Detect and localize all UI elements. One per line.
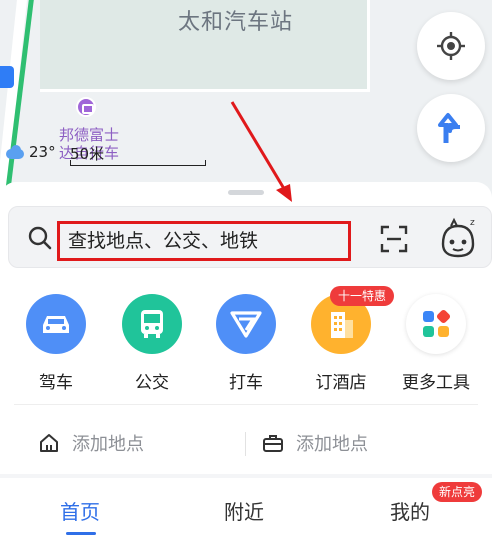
quick-action-label: 订酒店: [315, 373, 367, 393]
new-badge: 新点亮: [432, 482, 483, 502]
briefcase-icon: [263, 435, 283, 452]
road: [0, 0, 28, 200]
add-home-place[interactable]: 添加地点: [38, 418, 144, 468]
search-input[interactable]: [57, 221, 351, 261]
car-icon: [26, 294, 86, 354]
tab-home[interactable]: 首页: [60, 496, 100, 525]
bus-icon: [122, 294, 182, 354]
quick-action-drive[interactable]: 驾车: [10, 288, 102, 393]
route-button[interactable]: [417, 94, 485, 162]
quick-actions: 驾车 公交 打车 订酒店 更多工具: [0, 288, 492, 398]
saved-places: 添加地点 添加地点: [0, 418, 492, 468]
route-arrow-icon: [438, 113, 460, 143]
station-label: 太和汽车站: [178, 10, 294, 35]
voice-assistant-icon[interactable]: z: [437, 216, 479, 260]
quick-action-label: 打车: [229, 373, 263, 393]
bus-stop-icon[interactable]: [0, 66, 14, 88]
home-icon: [40, 434, 58, 452]
search-bar[interactable]: z: [8, 206, 492, 268]
weather-widget[interactable]: 23°: [4, 143, 56, 161]
add-work-label: 添加地点: [296, 434, 368, 455]
svg-text:z: z: [470, 218, 475, 228]
quick-action-taxi[interactable]: 打车: [200, 288, 292, 393]
tab-me[interactable]: 我的: [390, 496, 430, 525]
quick-action-more-tools[interactable]: 更多工具: [390, 288, 482, 393]
locate-button[interactable]: [417, 12, 485, 80]
quick-action-label: 公交: [135, 373, 169, 393]
crosshair-icon: [437, 32, 465, 60]
quick-action-label: 更多工具: [402, 373, 470, 393]
sheet-drag-handle[interactable]: [228, 190, 264, 195]
add-work-place[interactable]: 添加地点: [262, 418, 368, 468]
tab-nearby[interactable]: 附近: [224, 496, 264, 525]
divider: [14, 404, 478, 405]
weather-temperature: 23°: [29, 143, 56, 161]
quick-action-label: 驾车: [39, 373, 73, 393]
hotel-promo-badge: 十一特惠: [330, 286, 395, 306]
map-scale-bar: [70, 160, 206, 166]
bottom-sheet[interactable]: z 驾车: [0, 182, 492, 542]
bottom-tab-bar: 首页 附近 我的 新点亮: [0, 478, 492, 542]
cloud-icon: [4, 145, 26, 159]
quick-action-bus[interactable]: 公交: [106, 288, 198, 393]
divider: [245, 432, 246, 456]
add-home-label: 添加地点: [72, 434, 144, 455]
active-tab-indicator: [66, 532, 96, 535]
map-view[interactable]: 太和汽车站 邦德富士达自行车 23° 50米: [0, 0, 492, 200]
more-tools-icon: [406, 294, 466, 354]
search-icon: [28, 226, 52, 250]
poi-shop-icon[interactable]: [76, 97, 96, 117]
taxi-icon: [216, 294, 276, 354]
scan-icon[interactable]: [379, 224, 409, 254]
